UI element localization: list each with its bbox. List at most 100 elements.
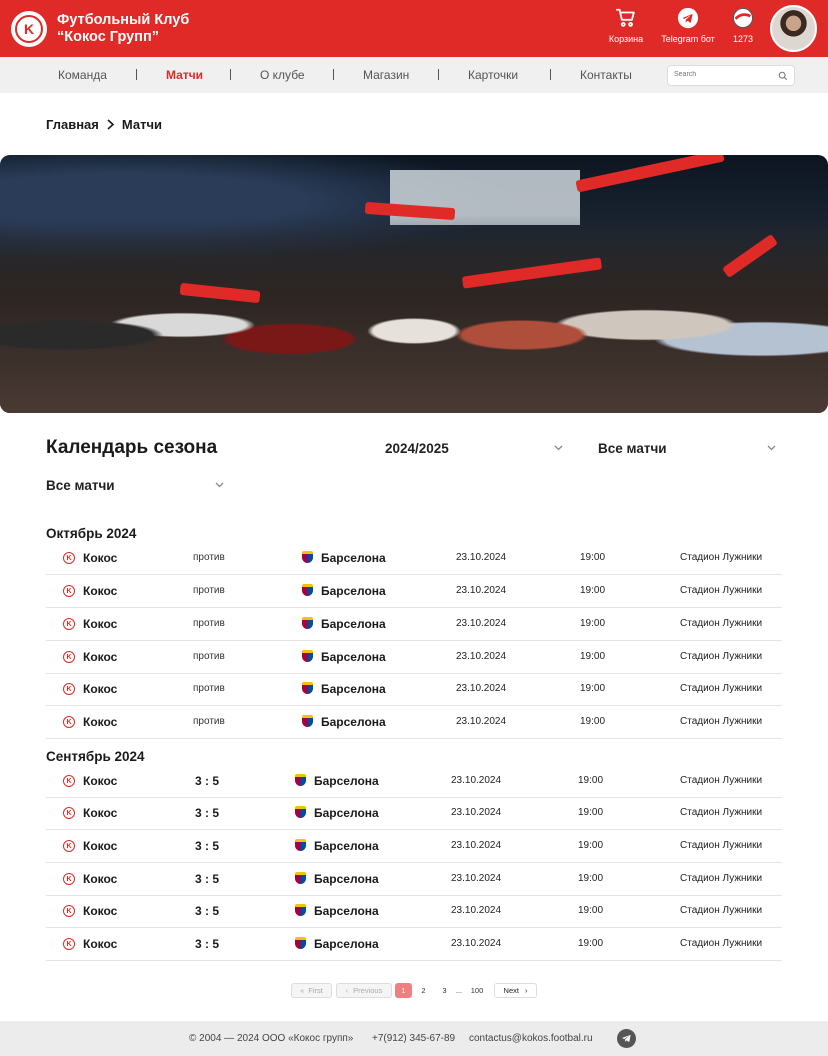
home-team: Кокос: [83, 839, 118, 853]
barcelona-crest-icon: [295, 774, 306, 786]
match-row[interactable]: K Кокос против Барселона 23.10.2024 19:0…: [46, 673, 782, 706]
barcelona-crest-icon: [295, 839, 306, 851]
club-name: Футбольный Клуб “Кокос Групп”: [57, 12, 189, 46]
versus-label: против: [193, 552, 225, 563]
nav-divider: [333, 69, 334, 80]
match-row[interactable]: K Кокос против Барселона 23.10.2024 19:0…: [46, 542, 782, 575]
kokos-logo-icon: K: [63, 618, 75, 630]
pagination-page[interactable]: 1: [395, 983, 412, 998]
nav-divider: [438, 69, 439, 80]
telegram-label: Telegram бот: [661, 34, 715, 44]
cart-button[interactable]: Корзина: [606, 7, 646, 44]
nav-item-contacts[interactable]: Контакты: [580, 68, 632, 82]
pagination-ellipsis: ...: [455, 986, 463, 995]
match-date: 23.10.2024: [451, 873, 502, 884]
match-venue: Стадион Лужники: [680, 683, 763, 694]
kokos-logo-icon: K: [63, 775, 75, 787]
match-venue: Стадион Лужники: [680, 585, 763, 596]
pagination-page[interactable]: 2: [416, 983, 431, 998]
barcelona-crest-icon: [295, 937, 306, 949]
nav-item-about[interactable]: О клубе: [260, 68, 305, 82]
match-date: 23.10.2024: [456, 651, 507, 662]
away-team: Барселона: [321, 715, 386, 729]
pagination-next-button[interactable]: Next ›: [494, 983, 537, 998]
match-type-select[interactable]: Все матчи: [46, 478, 224, 493]
match-venue: Стадион Лужники: [680, 873, 763, 884]
barcelona-crest-icon: [302, 617, 313, 629]
home-team: Кокос: [83, 774, 118, 788]
match-filter-select[interactable]: Все матчи: [598, 441, 776, 456]
match-row[interactable]: K Кокос 3 : 5 Барселона 23.10.2024 19:00…: [46, 765, 782, 798]
club-name-line2: “Кокос Групп”: [57, 29, 159, 45]
season-select[interactable]: 2024/2025: [385, 441, 563, 456]
nav-item-team[interactable]: Команда: [58, 68, 107, 82]
match-time: 19:00: [580, 552, 606, 563]
footer-phone[interactable]: +7(912) 345-67-89: [372, 1033, 455, 1044]
match-time: 19:00: [578, 807, 604, 818]
match-row[interactable]: K Кокос 3 : 5 Барселона 23.10.2024 19:00…: [46, 797, 782, 830]
match-time: 19:00: [578, 905, 604, 916]
match-row[interactable]: K Кокос против Барселона 23.10.2024 19:0…: [46, 608, 782, 641]
match-time: 19:00: [580, 716, 606, 727]
search-icon[interactable]: [778, 71, 788, 81]
match-time: 19:00: [578, 840, 604, 851]
home-team: Кокос: [83, 682, 118, 696]
match-venue: Стадион Лужники: [680, 716, 763, 727]
home-team: Кокос: [83, 617, 118, 631]
club-logo[interactable]: K: [11, 11, 47, 47]
telegram-icon: [677, 7, 699, 29]
month-heading: Сентябрь 2024: [46, 749, 145, 764]
away-team: Барселона: [314, 937, 379, 951]
chevron-down-icon: [215, 482, 224, 488]
match-row[interactable]: K Кокос против Барселона 23.10.2024 19:0…: [46, 575, 782, 608]
match-row[interactable]: K Кокос 3 : 5 Барселона 23.10.2024 19:00…: [46, 928, 782, 961]
match-date: 23.10.2024: [451, 938, 502, 949]
match-row[interactable]: K Кокос 3 : 5 Барселона 23.10.2024 19:00…: [46, 830, 782, 863]
pagination-page[interactable]: 3: [437, 983, 452, 998]
match-score: 3 : 5: [195, 937, 220, 951]
pagination-previous-button[interactable]: ‹ Previous: [336, 983, 392, 998]
away-team: Барселона: [314, 806, 379, 820]
footer-telegram-link[interactable]: [617, 1029, 636, 1048]
match-time: 19:00: [578, 775, 604, 786]
home-team: Кокос: [83, 715, 118, 729]
away-team: Барселона: [321, 584, 386, 598]
kokos-logo-icon: K: [63, 873, 75, 885]
match-row[interactable]: K Кокос против Барселона 23.10.2024 19:0…: [46, 641, 782, 674]
breadcrumb: Главная Матчи: [46, 117, 162, 132]
telegram-bot-button[interactable]: Telegram бот: [658, 7, 718, 44]
nav-item-cards[interactable]: Карточки: [468, 68, 518, 82]
pagination-page[interactable]: 100: [466, 983, 488, 998]
home-team: Кокос: [83, 650, 118, 664]
pagination-next-label: Next: [503, 986, 519, 995]
nav-divider: [136, 69, 137, 80]
kokos-logo-icon: K: [63, 651, 75, 663]
breadcrumb-home[interactable]: Главная: [46, 117, 99, 132]
pagination-first-button[interactable]: «First: [291, 983, 332, 998]
match-venue: Стадион Лужники: [680, 938, 763, 949]
nav-divider: [550, 69, 551, 80]
home-team: Кокос: [83, 584, 118, 598]
match-venue: Стадион Лужники: [680, 651, 763, 662]
match-time: 19:00: [580, 683, 606, 694]
match-row[interactable]: K Кокос 3 : 5 Барселона 23.10.2024 19:00…: [46, 895, 782, 928]
match-date: 23.10.2024: [451, 775, 502, 786]
match-type-value: Все матчи: [46, 478, 115, 493]
kokos-logo-icon: K: [63, 683, 75, 695]
user-avatar[interactable]: [770, 5, 817, 52]
footer-copyright: © 2004 — 2024 ООО «Кокос групп»: [189, 1033, 354, 1044]
coins-button[interactable]: 1273: [728, 7, 758, 44]
match-score: 3 : 5: [195, 806, 220, 820]
search-input[interactable]: [674, 71, 774, 78]
nav-item-shop[interactable]: Магазин: [363, 68, 409, 82]
nav-item-matches[interactable]: Матчи: [166, 68, 203, 82]
footer-email[interactable]: contactus@kokos.footbal.ru: [469, 1033, 593, 1044]
home-team: Кокос: [83, 551, 118, 565]
match-date: 23.10.2024: [456, 716, 507, 727]
away-team: Барселона: [321, 551, 386, 565]
club-logo-letter: K: [15, 15, 43, 43]
match-row[interactable]: K Кокос 3 : 5 Барселона 23.10.2024 19:00…: [46, 863, 782, 896]
match-date: 23.10.2024: [456, 585, 507, 596]
cart-icon: [615, 8, 635, 27]
match-row[interactable]: K Кокос против Барселона 23.10.2024 19:0…: [46, 706, 782, 739]
